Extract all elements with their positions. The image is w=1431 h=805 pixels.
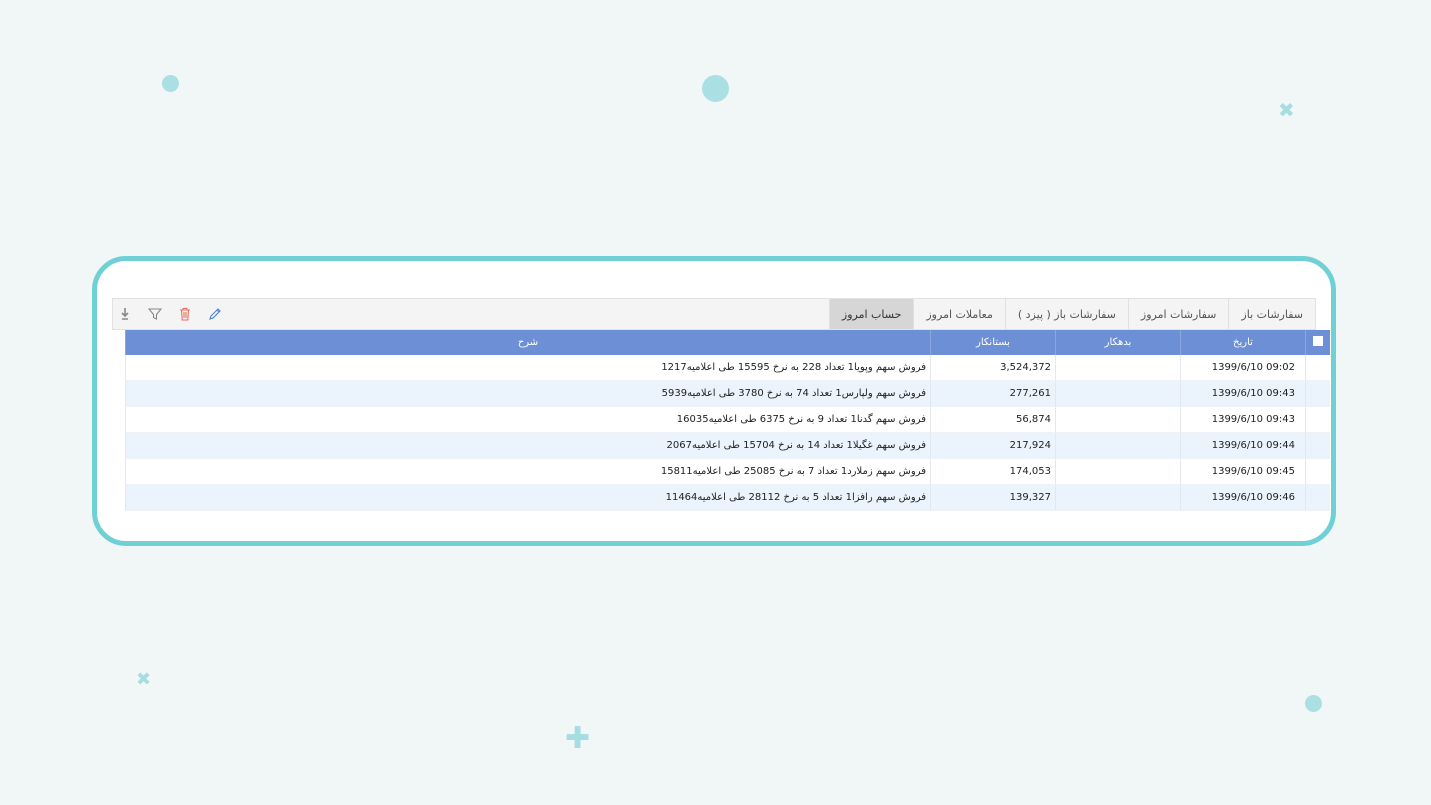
cell-date: 1399/6/10 09:46: [1180, 484, 1306, 511]
download-icon[interactable]: [117, 306, 133, 322]
table-row[interactable]: فروش سهم رافزا1 تعداد 5 به نرخ 28112 طی …: [125, 484, 1330, 511]
tab-today-orders[interactable]: سفارشات امروز: [1127, 299, 1229, 329]
table-row[interactable]: فروش سهم زملارد1 تعداد 7 به نرخ 25085 طی…: [125, 458, 1330, 485]
decor-x-icon: ✖: [1278, 98, 1295, 122]
column-header-debit[interactable]: بدهکار: [1055, 330, 1181, 355]
cell-select[interactable]: [1305, 484, 1330, 511]
cell-date: 1399/6/10 09:45: [1180, 458, 1306, 485]
cell-debit: [1055, 432, 1181, 459]
cell-description: فروش سهم زملارد1 تعداد 7 به نرخ 25085 طی…: [125, 458, 931, 485]
cell-select[interactable]: [1305, 406, 1330, 433]
tab-open-orders[interactable]: سفارشات باز: [1228, 299, 1315, 329]
cell-select[interactable]: [1305, 380, 1330, 407]
transactions-table: شرح بستانکار بدهکار تاریخ فروش سهم وپویا…: [125, 330, 1330, 511]
orders-panel: سفارشات باز سفارشات امروز سفارشات باز ( …: [112, 298, 1330, 511]
cell-description: فروش سهم گدنا1 تعداد 9 به نرخ 6375 طی اع…: [125, 406, 931, 433]
cell-description: فروش سهم وپویا1 تعداد 228 به نرخ 15595 ط…: [125, 355, 931, 381]
cell-select[interactable]: [1305, 458, 1330, 485]
cell-description: فروش سهم غگیلا1 تعداد 14 به نرخ 15704 طی…: [125, 432, 931, 459]
column-header-description[interactable]: شرح: [125, 330, 931, 355]
table-header-row: شرح بستانکار بدهکار تاریخ: [125, 330, 1330, 355]
decor-dot: [1305, 695, 1322, 712]
table-row[interactable]: فروش سهم غگیلا1 تعداد 14 به نرخ 15704 طی…: [125, 432, 1330, 459]
cell-credit: 174,053: [930, 458, 1056, 485]
cell-description: فروش سهم ولپارس1 تعداد 74 به نرخ 3780 طی…: [125, 380, 931, 407]
toolbar-tools: [113, 299, 223, 329]
cell-date: 1399/6/10 09:43: [1180, 380, 1306, 407]
cell-date: 1399/6/10 09:44: [1180, 432, 1306, 459]
select-all-checkbox[interactable]: [1312, 336, 1323, 346]
cell-select[interactable]: [1305, 432, 1330, 459]
card: سفارشات باز سفارشات امروز سفارشات باز ( …: [92, 256, 1336, 546]
tab-today-account[interactable]: حساب امروز: [828, 299, 914, 329]
table-row[interactable]: فروش سهم ولپارس1 تعداد 74 به نرخ 3780 طی…: [125, 380, 1330, 407]
cell-description: فروش سهم رافزا1 تعداد 5 به نرخ 28112 طی …: [125, 484, 931, 511]
decor-dot: [702, 75, 729, 102]
table-row[interactable]: فروش سهم گدنا1 تعداد 9 به نرخ 6375 طی اع…: [125, 406, 1330, 433]
decor-dot: [162, 75, 179, 92]
edit-icon[interactable]: [207, 306, 223, 322]
cell-credit: 277,261: [930, 380, 1056, 407]
toolbar: سفارشات باز سفارشات امروز سفارشات باز ( …: [112, 298, 1316, 330]
cell-debit: [1055, 484, 1181, 511]
cell-debit: [1055, 380, 1181, 407]
decor-plus-icon: ✚: [565, 721, 591, 756]
cell-date: 1399/6/10 09:43: [1180, 406, 1306, 433]
cell-select[interactable]: [1305, 355, 1330, 381]
filter-icon[interactable]: [147, 306, 163, 322]
tab-today-trades[interactable]: معاملات امروز: [913, 299, 1005, 329]
select-all-checkbox-cell: [1305, 330, 1330, 355]
cell-credit: 56,874: [930, 406, 1056, 433]
tab-open-orders-pending[interactable]: سفارشات باز ( پیزد ): [1004, 299, 1128, 329]
cell-debit: [1055, 355, 1181, 381]
cell-date: 1399/6/10 09:02: [1180, 355, 1306, 381]
column-header-date[interactable]: تاریخ: [1180, 330, 1306, 355]
cell-debit: [1055, 406, 1181, 433]
cell-credit: 139,327: [930, 484, 1056, 511]
cell-credit: 3,524,372: [930, 355, 1056, 381]
cell-debit: [1055, 458, 1181, 485]
decor-x-icon: ✖: [136, 669, 152, 690]
delete-icon[interactable]: [177, 306, 193, 322]
table-row[interactable]: فروش سهم وپویا1 تعداد 228 به نرخ 15595 ط…: [125, 355, 1330, 381]
cell-credit: 217,924: [930, 432, 1056, 459]
column-header-credit[interactable]: بستانکار: [930, 330, 1056, 355]
